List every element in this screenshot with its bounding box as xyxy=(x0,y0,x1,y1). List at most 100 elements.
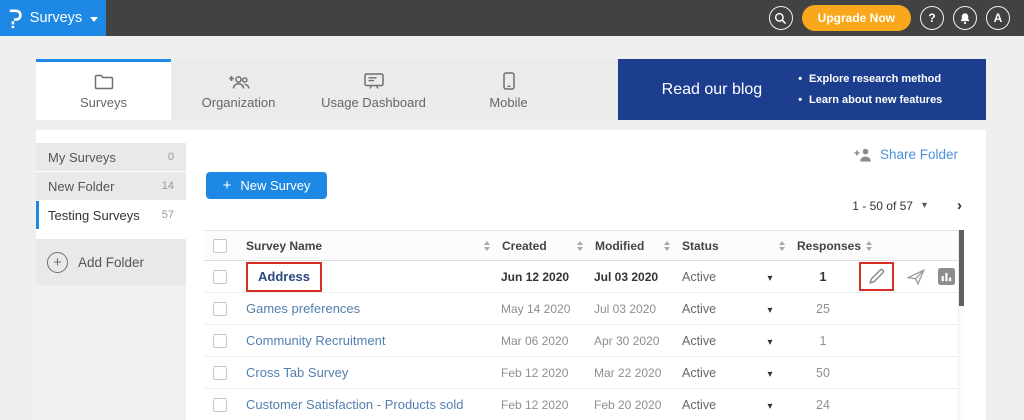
brand-surveys-menu[interactable]: Surveys xyxy=(0,0,106,36)
row-checkbox[interactable] xyxy=(213,366,227,380)
sort-icon[interactable] xyxy=(779,241,785,251)
survey-name-link[interactable]: Address xyxy=(258,269,310,284)
table-header-row: Survey Name Created Modified Status xyxy=(204,230,964,261)
tab-organization[interactable]: Organization xyxy=(171,59,306,120)
sort-icon[interactable] xyxy=(484,241,490,251)
tab-label: Surveys xyxy=(80,95,127,110)
folder-count: 0 xyxy=(168,151,174,163)
status-dropdown-caret-icon[interactable]: ▾ xyxy=(767,401,772,412)
survey-name-link[interactable]: Community Recruitment xyxy=(246,333,385,348)
table-body: Address Jun 12 2020 Jul 03 2020 Active ▾… xyxy=(204,261,964,420)
mobile-icon xyxy=(503,72,515,90)
row-actions xyxy=(855,262,964,291)
status-label: Active xyxy=(676,334,749,348)
status-dropdown-caret-icon[interactable]: ▾ xyxy=(767,273,772,284)
add-folder-label: Add Folder xyxy=(78,255,144,270)
modified-date: Apr 30 2020 xyxy=(589,334,676,348)
tab-label: Usage Dashboard xyxy=(321,95,426,110)
modified-date: Jul 03 2020 xyxy=(589,302,676,316)
product-caret-icon xyxy=(90,17,98,22)
notifications-bell-icon[interactable] xyxy=(953,6,977,30)
pagination: 1 - 50 of 57 ▾ › xyxy=(852,197,962,214)
tab-surveys[interactable]: Surveys xyxy=(36,59,171,120)
sort-icon[interactable] xyxy=(866,241,872,251)
modified-date: Mar 22 2020 xyxy=(589,366,676,380)
row-checkbox[interactable] xyxy=(213,334,227,348)
survey-name-link[interactable]: Cross Tab Survey xyxy=(246,365,348,380)
responses-count: 24 xyxy=(791,398,855,412)
survey-name-link[interactable]: Games preferences xyxy=(246,301,360,316)
created-date: May 14 2020 xyxy=(496,302,589,316)
folder-icon xyxy=(94,72,114,90)
avatar[interactable]: A xyxy=(986,6,1010,30)
add-person-icon xyxy=(853,148,873,162)
share-folder-link[interactable]: Share Folder xyxy=(853,147,958,162)
created-date: Feb 12 2020 xyxy=(496,398,589,412)
sidebar-item-my-surveys[interactable]: My Surveys 0 xyxy=(36,143,186,171)
status-dropdown-caret-icon[interactable]: ▾ xyxy=(767,369,772,380)
column-header-responses[interactable]: Responses xyxy=(791,231,855,260)
status-dropdown-caret-icon[interactable]: ▾ xyxy=(767,305,772,316)
tab-label: Organization xyxy=(202,95,276,110)
survey-list-area: + New Survey Share Folder 1 - 50 of 57 ▾… xyxy=(186,130,986,420)
send-plane-icon[interactable] xyxy=(907,269,925,285)
column-header-created[interactable]: Created xyxy=(496,231,589,260)
modified-date: Feb 20 2020 xyxy=(589,398,676,412)
table-scrollbar[interactable] xyxy=(958,230,964,420)
plus-icon: + xyxy=(223,177,232,194)
help-button[interactable]: ? xyxy=(920,6,944,30)
table-row: Community Recruitment Mar 06 2020 Apr 30… xyxy=(204,325,964,357)
status-label: Active xyxy=(676,302,749,316)
column-header-modified[interactable]: Modified xyxy=(589,231,676,260)
next-page-chevron-icon[interactable]: › xyxy=(957,197,962,214)
responses-count: 50 xyxy=(791,366,855,380)
folders-sidebar: My Surveys 0 New Folder 14 Testing Surve… xyxy=(36,130,186,420)
survey-name-link[interactable]: Customer Satisfaction - Products sold xyxy=(246,397,463,412)
status-dropdown-caret-icon[interactable]: ▾ xyxy=(767,337,772,348)
table-row: Customer Satisfaction - Products sold Fe… xyxy=(204,389,964,420)
reports-chart-icon[interactable] xyxy=(938,268,955,285)
column-header-survey-name[interactable]: Survey Name xyxy=(240,231,496,260)
sidebar-item-testing-surveys[interactable]: Testing Surveys 57 xyxy=(36,201,186,229)
add-folder-button[interactable]: + Add Folder xyxy=(36,239,186,285)
modified-date: Jul 03 2020 xyxy=(589,270,676,284)
upgrade-now-button[interactable]: Upgrade Now xyxy=(802,5,911,31)
created-date: Jun 12 2020 xyxy=(496,270,589,284)
new-survey-button[interactable]: + New Survey xyxy=(206,172,327,199)
column-header-status[interactable]: Status xyxy=(676,231,791,260)
row-checkbox[interactable] xyxy=(213,398,227,412)
page-range-caret-icon[interactable]: ▾ xyxy=(922,200,927,211)
edit-highlight-box xyxy=(859,262,894,291)
sort-icon[interactable] xyxy=(664,241,670,251)
scrollbar-thumb[interactable] xyxy=(959,230,964,306)
tab-usage-dashboard[interactable]: Usage Dashboard xyxy=(306,59,441,120)
bullet-icon: • xyxy=(798,69,802,89)
folder-count: 14 xyxy=(162,180,174,192)
folder-label: Testing Surveys xyxy=(48,208,140,223)
responses-count: 25 xyxy=(791,302,855,316)
edit-pencil-icon[interactable] xyxy=(868,268,885,285)
top-navbar: Surveys Upgrade Now ? A xyxy=(0,0,1024,36)
folder-count: 57 xyxy=(162,209,174,221)
page-range-label: 1 - 50 of 57 xyxy=(852,199,913,213)
add-people-icon xyxy=(227,72,250,90)
tab-mobile[interactable]: Mobile xyxy=(441,59,576,120)
blog-bullet-text: Learn about new features xyxy=(809,90,942,110)
sidebar-filler xyxy=(36,285,186,420)
status-label: Active xyxy=(676,398,749,412)
row-checkbox[interactable] xyxy=(213,270,227,284)
folder-label: New Folder xyxy=(48,179,114,194)
row-checkbox[interactable] xyxy=(213,302,227,316)
folder-label: My Surveys xyxy=(48,150,116,165)
responses-count: 1 xyxy=(791,334,855,348)
select-all-checkbox[interactable] xyxy=(213,239,227,253)
sort-icon[interactable] xyxy=(577,241,583,251)
read-our-blog-banner[interactable]: Read our blog •Explore research method •… xyxy=(618,59,986,120)
search-icon[interactable] xyxy=(769,6,793,30)
table-row: Games preferences May 14 2020 Jul 03 202… xyxy=(204,293,964,325)
sidebar-item-new-folder[interactable]: New Folder 14 xyxy=(36,172,186,200)
proprofs-logo-icon xyxy=(8,8,22,29)
dashboard-icon xyxy=(364,72,384,90)
tab-label: Mobile xyxy=(489,95,527,110)
bullet-icon: • xyxy=(798,90,802,110)
